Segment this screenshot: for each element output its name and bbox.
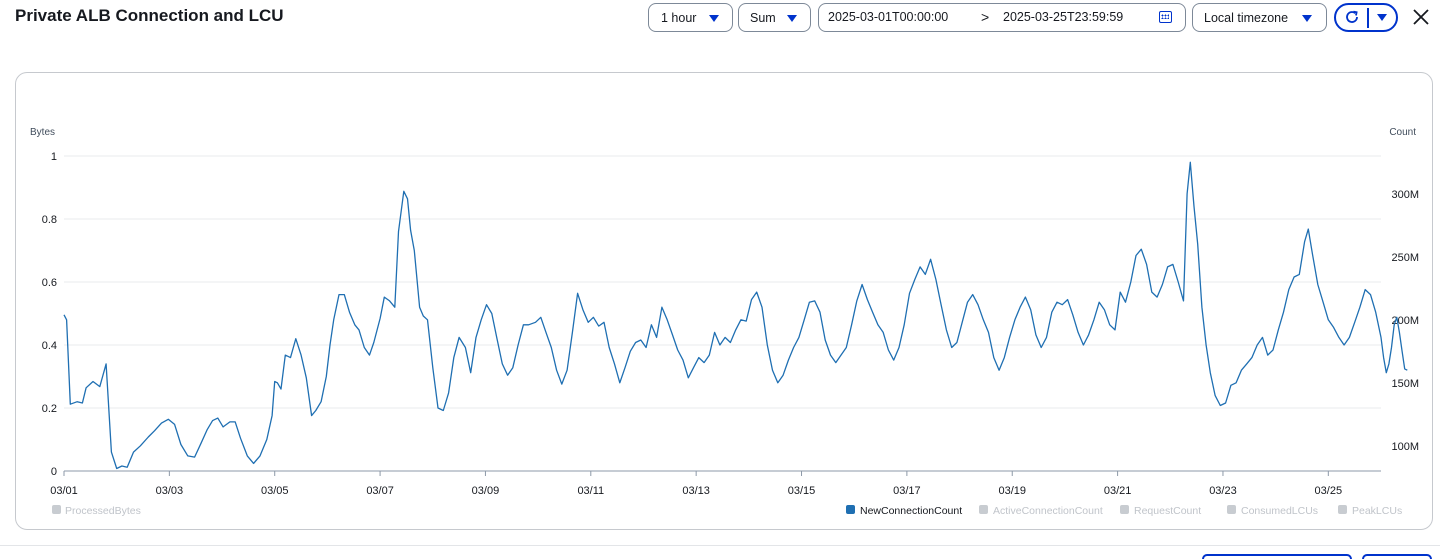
legend-label: NewConnectionCount <box>860 505 962 517</box>
legend-label: RequestCount <box>1134 505 1201 517</box>
legend-swatch <box>1120 505 1129 514</box>
left-tick-label: 0.2 <box>42 403 57 415</box>
series-line-NewConnectionCount <box>63 161 1408 470</box>
x-tick-label: 03/17 <box>893 485 921 497</box>
right-tick-label: 250M <box>1391 252 1419 264</box>
left-tick-label: 0 <box>51 466 57 478</box>
right-tick-label: 100M <box>1391 441 1419 453</box>
legend-swatch <box>979 505 988 514</box>
legend-label: ConsumedLCUs <box>1241 505 1318 517</box>
legend-swatch <box>1338 505 1347 514</box>
footer-button[interactable] <box>1202 554 1352 559</box>
legend-swatch <box>846 505 855 514</box>
left-tick-label: 0.6 <box>42 277 57 289</box>
footer-divider <box>0 545 1440 546</box>
x-tick-label: 03/23 <box>1209 485 1237 497</box>
legend-label: ActiveConnectionCount <box>993 505 1103 517</box>
right-tick-label: 300M <box>1391 189 1419 201</box>
x-tick-label: 03/09 <box>472 485 500 497</box>
legend-swatch <box>52 505 61 514</box>
line-chart: Bytes Count00.20.40.60.81100M150M200M250M… <box>30 127 1419 517</box>
right-axis-label: Count <box>1389 127 1416 138</box>
legend-label: PeakLCUs <box>1352 505 1402 517</box>
legend-swatch <box>1227 505 1236 514</box>
left-axis-label: Bytes <box>30 127 55 138</box>
x-tick-label: 03/21 <box>1104 485 1132 497</box>
x-tick-label: 03/19 <box>998 485 1026 497</box>
footer-button[interactable] <box>1362 554 1432 559</box>
legend-label: ProcessedBytes <box>65 505 141 517</box>
left-tick-label: 1 <box>51 151 57 163</box>
x-tick-label: 03/25 <box>1315 485 1343 497</box>
left-tick-label: 0.4 <box>42 340 57 352</box>
x-tick-label: 03/03 <box>156 485 184 497</box>
left-tick-label: 0.8 <box>42 214 57 226</box>
x-tick-label: 03/13 <box>682 485 710 497</box>
x-tick-label: 03/15 <box>788 485 816 497</box>
x-tick-label: 03/07 <box>366 485 394 497</box>
right-tick-label: 150M <box>1391 378 1419 390</box>
x-tick-label: 03/05 <box>261 485 289 497</box>
x-tick-label: 03/11 <box>577 485 604 497</box>
x-tick-label: 03/01 <box>50 485 78 497</box>
